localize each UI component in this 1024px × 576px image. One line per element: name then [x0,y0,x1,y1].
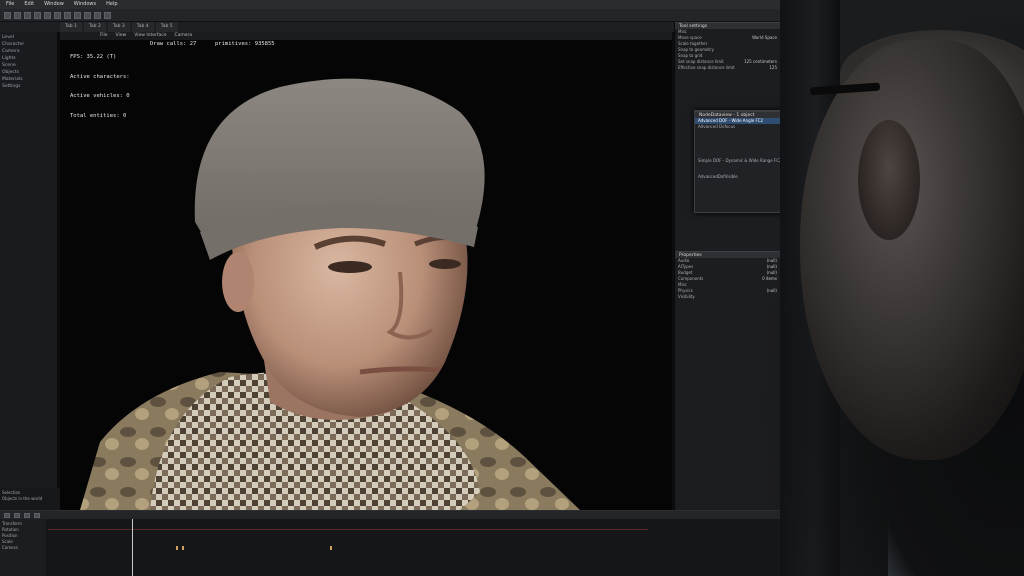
outliner-row[interactable]: Lights [2,55,55,62]
main-toolbar [0,9,780,22]
outliner-row[interactable]: Materials [2,76,55,83]
scale-tool-icon[interactable] [34,11,41,19]
pause-icon[interactable] [74,11,81,19]
tab-5[interactable]: Tab 5 [155,22,178,32]
timeline-panel: Transform Rotation Position Scale Camera [0,510,780,576]
keyframe-marker[interactable] [182,546,184,550]
rewind-icon[interactable] [4,512,10,518]
outliner-row[interactable]: Character [2,41,55,48]
left-eye [328,261,372,273]
objects-label: Objects in the world [2,496,43,501]
timeline-playhead[interactable] [132,519,133,576]
menu-item-window[interactable]: Window [44,0,64,9]
tab-2[interactable]: Tab 2 [83,22,106,32]
light-icon[interactable] [94,11,101,19]
right-eye [429,259,461,269]
tab-4[interactable]: Tab 4 [131,22,154,32]
timeline-toolbar [0,511,780,519]
menu-item-help[interactable]: Help [106,0,117,9]
tab-1[interactable]: Tab 1 [60,22,82,32]
3d-viewport[interactable]: File View View Interface Camera FPS: 35.… [60,32,672,510]
camera-icon[interactable] [84,11,91,19]
grid-icon[interactable] [54,11,61,19]
outliner-row[interactable]: Camera [2,48,55,55]
track-label[interactable]: Camera [2,545,44,551]
key-icon[interactable] [34,512,40,518]
outliner-row[interactable]: Objects [2,69,55,76]
menu-item-windows[interactable]: Windows [74,0,96,9]
ear-shape [222,252,254,312]
outliner-row[interactable]: Scene [2,62,55,69]
outliner-row[interactable]: Level [2,34,55,41]
tab-3[interactable]: Tab 3 [107,22,130,32]
timeline-tracks: Transform Rotation Position Scale Camera [0,519,46,576]
scene-outliner: Level Character Camera Lights Scene Obje… [0,32,58,502]
selection-panel: Selection Objects in the world [0,488,60,510]
snap-icon[interactable] [44,11,51,19]
menu-item-edit[interactable]: Edit [24,0,34,9]
monitor-screen: File Edit Window Windows Help Tab 1 Tab … [0,0,800,576]
document-tabs: Tab 1 Tab 2 Tab 3 Tab 4 Tab 5 [0,22,780,32]
photo-scene: File Edit Window Windows Help Tab 1 Tab … [0,0,1024,576]
keyframe-marker[interactable] [176,546,178,550]
play-icon[interactable] [64,11,71,19]
property-label: Visibility [678,294,695,299]
timeline-track[interactable] [48,529,648,530]
outliner-row[interactable]: Settings [2,83,55,90]
character-render [80,78,580,510]
menu-item-file[interactable]: File [6,0,14,9]
property-label: Effective snap distance limit [678,65,735,70]
viewer-head [800,40,1024,460]
settings-icon[interactable] [104,11,111,19]
select-tool-icon[interactable] [4,11,11,19]
viewer-ear [858,120,920,240]
play-icon[interactable] [14,512,20,518]
keyframe-marker[interactable] [330,546,332,550]
rotate-tool-icon[interactable] [24,11,31,19]
move-tool-icon[interactable] [14,11,21,19]
stop-icon[interactable] [24,512,30,518]
menu-bar: File Edit Window Windows Help [0,0,780,9]
